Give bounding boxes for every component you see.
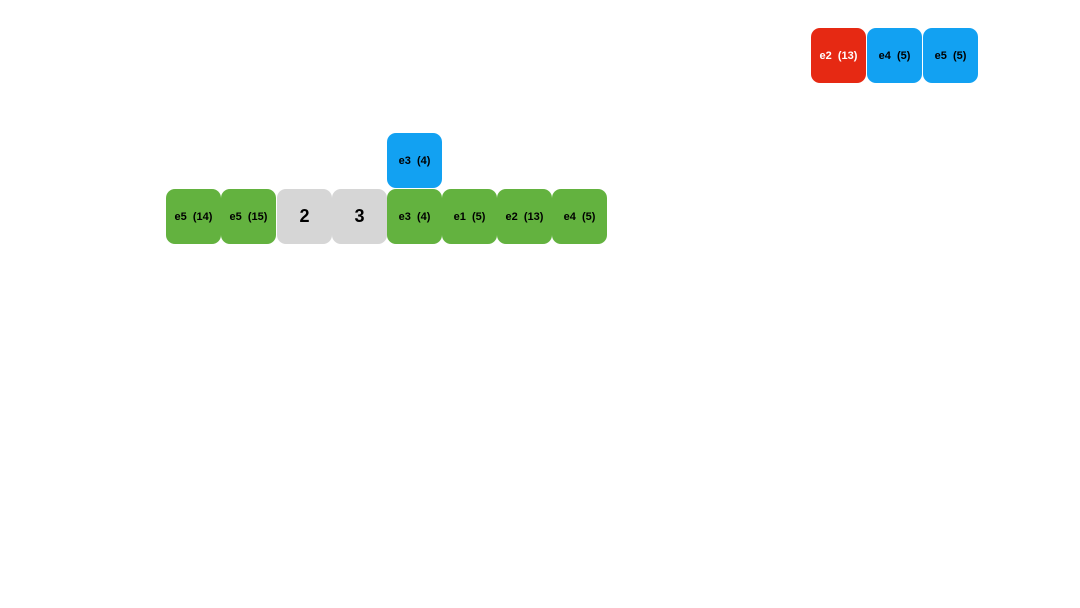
tile-row-e3-4[interactable]: e3 (4) [387, 189, 442, 244]
tile-row-e2-13[interactable]: e2 (13) [497, 189, 552, 244]
tile-top-e5[interactable]: e5 (5) [923, 28, 978, 83]
tile-row-slot2[interactable]: 2 [277, 189, 332, 244]
tile-row-e1-5[interactable]: e1 (5) [442, 189, 497, 244]
tile-row-e4-5[interactable]: e4 (5) [552, 189, 607, 244]
tile-row-slot3[interactable]: 3 [332, 189, 387, 244]
tile-float-e3[interactable]: e3 (4) [387, 133, 442, 188]
tile-top-e4[interactable]: e4 (5) [867, 28, 922, 83]
tile-row-e5-15[interactable]: e5 (15) [221, 189, 276, 244]
tile-top-e2[interactable]: e2 (13) [811, 28, 866, 83]
tile-row-e5-14[interactable]: e5 (14) [166, 189, 221, 244]
